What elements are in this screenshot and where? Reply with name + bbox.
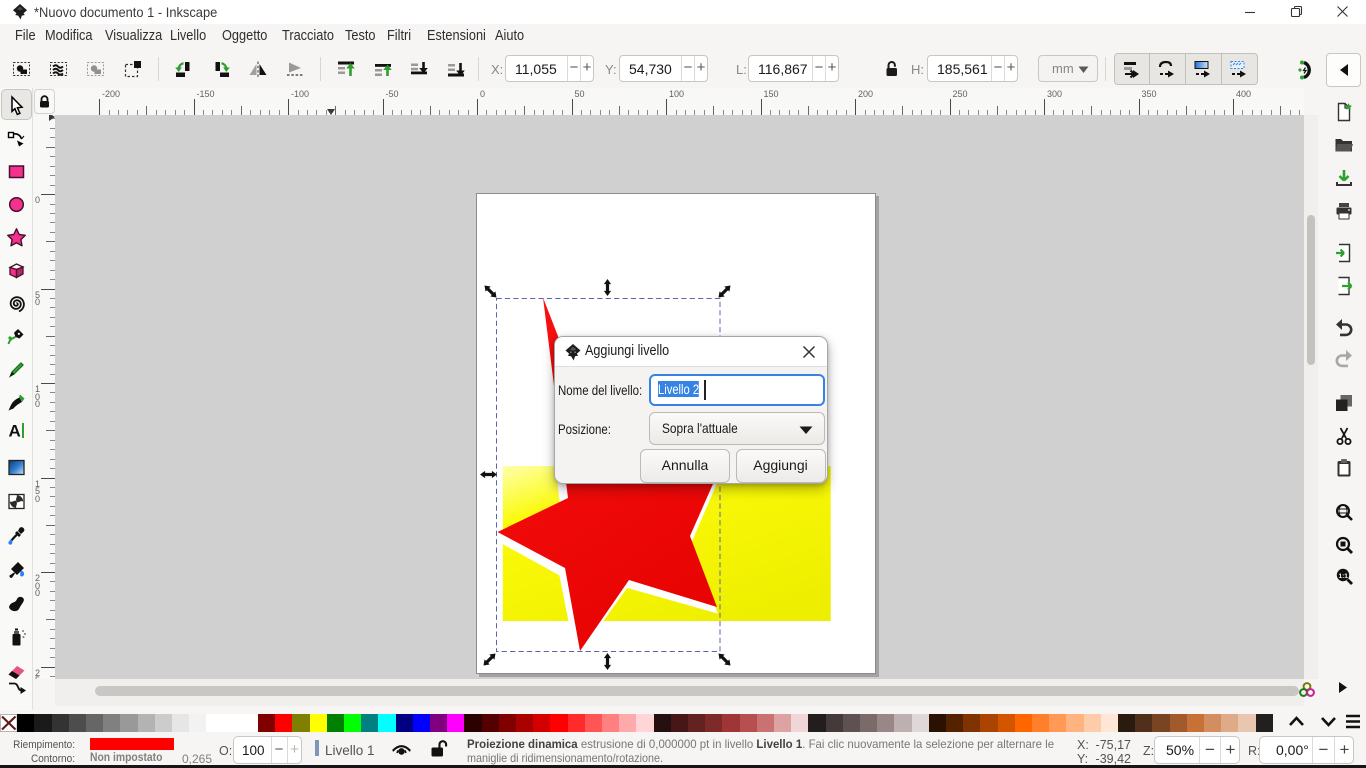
svg-text:1:1: 1:1	[1339, 573, 1349, 580]
svg-text:A: A	[9, 421, 21, 440]
